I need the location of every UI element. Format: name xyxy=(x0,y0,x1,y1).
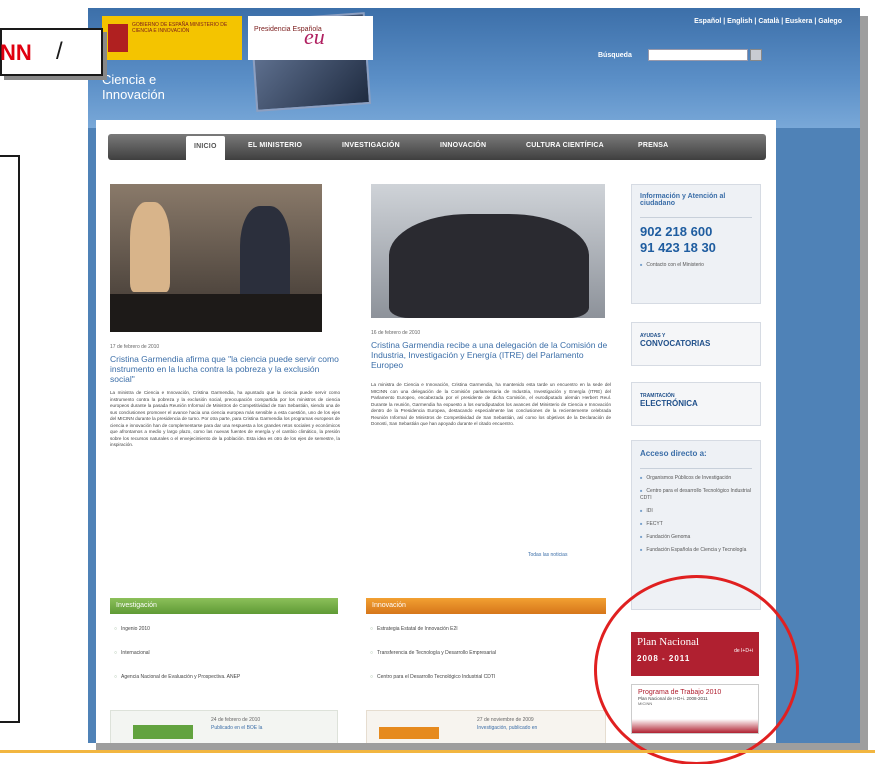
innovacion-header[interactable]: Innovación xyxy=(366,598,606,614)
search-button[interactable] xyxy=(750,49,762,61)
bottom-accent-line xyxy=(0,750,875,753)
nav-investigacion[interactable]: INVESTIGACIÓN xyxy=(342,142,400,149)
acceso-title: Acceso directo a: xyxy=(640,449,707,458)
info-box: Información y Atención al ciudadano 902 … xyxy=(631,184,761,304)
left-frame-box xyxy=(0,155,20,723)
tramitacion-banner[interactable]: TRAMITACIÓN ELECTRÓNICA xyxy=(631,382,761,426)
ayudas-banner[interactable]: AYUDAS Y CONVOCATORIAS xyxy=(631,322,761,366)
news-title[interactable]: Cristina Garmendia afirma que "la cienci… xyxy=(110,354,340,384)
callout-text: NN xyxy=(0,40,32,65)
language-links[interactable]: Español | English | Català | Euskera | G… xyxy=(694,18,842,25)
news-title[interactable]: Cristina Garmendia recibe a una delegaci… xyxy=(371,340,611,370)
search-input[interactable] xyxy=(648,49,748,61)
innovacion-feature: 27 de noviembre de 2009 Investigación, p… xyxy=(366,710,606,743)
list-item[interactable]: Estrategia Estatal de Innovación E2I xyxy=(370,626,458,632)
news-photo-1[interactable] xyxy=(110,184,322,332)
divider xyxy=(640,468,752,469)
gobierno-logo-text: GOBIERNO DE ESPAÑA MINISTERIO DE CIENCIA… xyxy=(132,22,228,34)
site-title-line2: Innovación xyxy=(102,87,165,102)
site-title: Ciencia e Innovación xyxy=(102,72,165,102)
eu-logo-text: eu xyxy=(304,24,325,49)
list-item[interactable]: Agencia Nacional de Evaluación y Prospec… xyxy=(114,674,240,680)
news-body: La ministra de Ciencia e Innovación, Cri… xyxy=(110,390,340,447)
presidencia-logo[interactable]: Presidencia Española eu xyxy=(248,16,373,60)
acceso-item[interactable]: Fundación Española de Ciencia y Tecnolog… xyxy=(640,546,752,554)
investigacion-header[interactable]: Investigación xyxy=(110,598,338,614)
list-item[interactable]: Centro para el Desarrollo Tecnológico In… xyxy=(370,674,495,680)
feature-date: 27 de noviembre de 2009 xyxy=(477,717,534,723)
search-label: Búsqueda xyxy=(598,52,632,59)
acceso-item[interactable]: Centro para el desarrollo Tecnológico In… xyxy=(640,487,752,502)
phone-2: 91 423 18 30 xyxy=(640,240,716,255)
gobierno-logo[interactable]: GOBIERNO DE ESPAÑA MINISTERIO DE CIENCIA… xyxy=(102,16,242,60)
highlight-circle xyxy=(594,575,799,764)
list-item[interactable]: Internacional xyxy=(114,650,150,656)
contact-link[interactable]: Contacto con el Ministerio xyxy=(640,261,752,269)
divider xyxy=(640,217,752,218)
acceso-item[interactable]: FECYT xyxy=(640,520,752,528)
main-nav: INICIO EL MINISTERIO INVESTIGACIÓN INNOV… xyxy=(108,134,766,160)
acceso-item[interactable]: Organismos Públicos de Investigación xyxy=(640,474,752,482)
nav-cultura-cientifica[interactable]: CULTURA CIENTÍFICA xyxy=(526,142,604,149)
news-date: 17 de febrero de 2010 xyxy=(110,344,160,350)
news-body: La ministra de Ciencia e Innovación, Cri… xyxy=(371,382,611,426)
news-photo-2[interactable] xyxy=(371,184,605,318)
innovacion-thumb[interactable] xyxy=(379,727,439,739)
feature-text[interactable]: Investigación, publicado en xyxy=(477,725,537,731)
programa-thumb[interactable] xyxy=(133,725,193,739)
info-title: Información y Atención al ciudadano xyxy=(640,193,726,207)
callout-slash: / xyxy=(56,38,63,65)
feature-date: 24 de febrero de 2010 xyxy=(211,717,261,723)
acceso-item[interactable]: IDI xyxy=(640,507,752,515)
investigacion-feature: 24 de febrero de 2010 Publicado en el BO… xyxy=(110,710,338,743)
news-date: 16 de febrero de 2010 xyxy=(371,330,421,336)
nav-innovacion[interactable]: INNOVACIÓN xyxy=(440,142,486,149)
all-news-link[interactable]: Todas las noticias xyxy=(528,552,567,558)
callout-box: NN / xyxy=(0,28,103,76)
ayudas-line2: CONVOCATORIAS xyxy=(640,339,711,348)
nav-prensa[interactable]: PRENSA xyxy=(638,142,668,149)
nav-ministerio[interactable]: EL MINISTERIO xyxy=(248,142,302,149)
phone-1: 902 218 600 xyxy=(640,224,713,239)
list-item[interactable]: Transferencia de Tecnología y Desarrollo… xyxy=(370,650,496,656)
list-item[interactable]: Ingenio 2010 xyxy=(114,626,150,632)
site-title-line1: Ciencia e xyxy=(102,72,157,87)
tramitacion-line2: ELECTRÓNICA xyxy=(640,399,698,408)
coat-of-arms-icon xyxy=(108,24,128,52)
acceso-item[interactable]: Fundación Genoma xyxy=(640,533,752,541)
nav-inicio[interactable]: INICIO xyxy=(186,136,225,160)
feature-text[interactable]: Publicado en el BOE la xyxy=(211,725,262,731)
